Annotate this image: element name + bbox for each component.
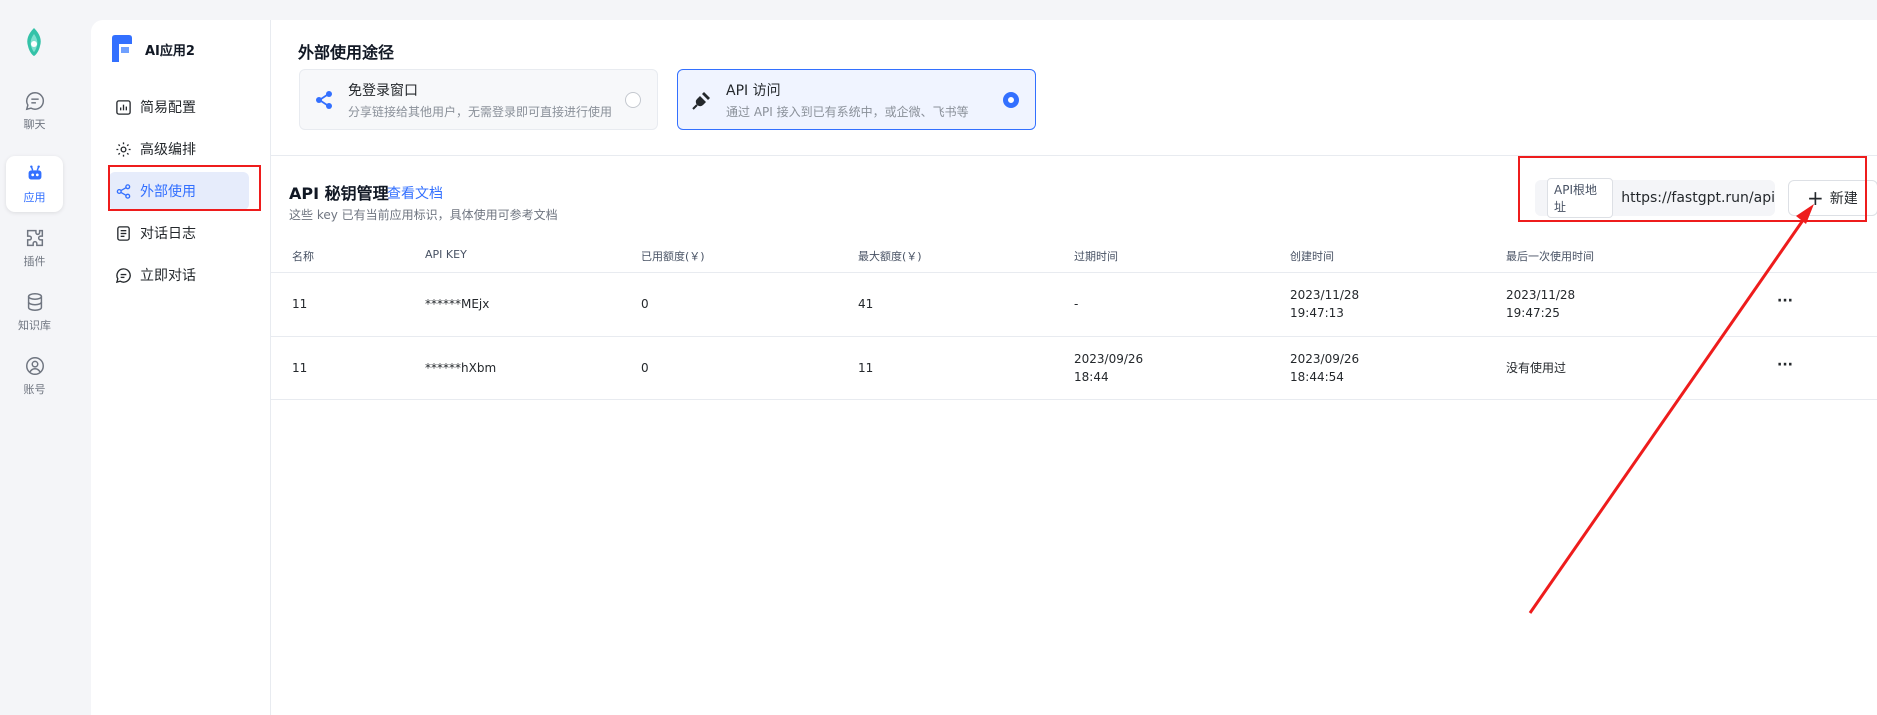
radio-share-link[interactable] [625, 91, 641, 108]
chat-icon [25, 92, 44, 111]
robot-icon [28, 165, 41, 180]
api-base-url-label: API根地址 [1547, 178, 1614, 218]
cell-expire-time: 18:44 [1074, 370, 1109, 384]
rail-label-apps: 应用 [23, 191, 46, 204]
cell-expire-date: 2023/09/26 [1074, 352, 1144, 366]
usage-card-title: 免登录窗口 [348, 82, 418, 99]
col-expire-time: 过期时间 [1074, 250, 1118, 263]
main-panel: 外部使用途径 免登录窗口 分享链接给其他用户，无需登录即可直接进行使用 API … [271, 20, 1877, 715]
cell-created-time: 18:44:54 [1290, 370, 1344, 384]
share-icon [316, 90, 332, 109]
user-icon [25, 357, 44, 375]
view-docs-link[interactable]: 查看文档 [387, 183, 443, 203]
cell-created-date: 2023/09/26 [1290, 352, 1360, 366]
usage-card-title: API 访问 [726, 82, 781, 99]
menu-label: 对话日志 [140, 226, 196, 242]
table-header: 名称 API KEY 已用额度(￥) 最大额度(￥) 过期时间 创建时间 最后一… [271, 248, 1877, 270]
cell-created-time: 19:47:13 [1290, 306, 1344, 320]
database-icon [27, 293, 42, 311]
menu-label: 简易配置 [140, 100, 196, 116]
menu-item-external-use[interactable]: 外部使用 [109, 172, 249, 210]
row-more-menu[interactable]: ··· [1777, 357, 1793, 373]
api-keys-subtitle: 这些 key 已有当前应用标识，具体使用可参考文档 [289, 208, 558, 222]
menu-item-chat-logs[interactable]: 对话日志 [109, 214, 249, 252]
nav-rail: 聊天 应用 插件 知识库 账号 [0, 0, 69, 715]
plus-icon: + [1807, 186, 1824, 210]
rail-item-plugins[interactable]: 插件 [6, 220, 63, 276]
usage-card-share-link[interactable]: 免登录窗口 分享链接给其他用户，无需登录即可直接进行使用 [299, 69, 658, 130]
menu-label: 立即对话 [140, 268, 196, 284]
chat-icon [115, 267, 131, 283]
cell-last-date: 2023/11/28 [1506, 288, 1576, 302]
cell-expire: - [1074, 297, 1079, 311]
cell-name: 11 [292, 361, 308, 375]
new-button-label: 新建 [1829, 191, 1858, 207]
col-created-time: 创建时间 [1290, 250, 1334, 263]
app-sidebar: AI应用2 简易配置 高级编排 外部使用 对话日志 立即对话 [91, 20, 271, 715]
rail-label-knowledge: 知识库 [18, 319, 51, 332]
cell-name: 11 [292, 297, 308, 311]
col-used-quota: 已用额度(￥) [641, 250, 705, 263]
chart-icon [116, 99, 131, 115]
brand-logo-icon[interactable] [18, 26, 50, 58]
usage-card-api-access[interactable]: API 访问 通过 API 接入到已有系统中，或企微、飞书等 [677, 69, 1036, 130]
cell-used: 0 [641, 361, 649, 375]
cell-last-used: 没有使用过 [1506, 361, 1567, 375]
rail-label-account: 账号 [23, 383, 46, 396]
new-api-key-button[interactable]: + 新建 [1788, 180, 1877, 216]
col-name: 名称 [292, 250, 314, 263]
app-name: AI应用2 [145, 43, 195, 59]
menu-item-simple-config[interactable]: 简易配置 [109, 88, 249, 126]
col-api-key: API KEY [425, 248, 467, 261]
api-base-url-box[interactable]: API根地址 https://fastgpt.run/api [1535, 178, 1775, 218]
rail-label-chat: 聊天 [23, 118, 46, 131]
cell-api-key: ******hXbm [425, 361, 497, 375]
radio-api-access[interactable] [1003, 91, 1019, 108]
api-keys-title: API 秘钥管理 [289, 184, 389, 203]
usage-card-desc: 分享链接给其他用户，无需登录即可直接进行使用 [348, 104, 613, 119]
cell-last-time: 19:47:25 [1506, 306, 1560, 320]
app-header[interactable]: AI应用2 [109, 34, 195, 64]
rail-item-apps[interactable]: 应用 [6, 156, 63, 212]
cell-max: 11 [858, 361, 874, 375]
cell-max: 41 [858, 297, 874, 311]
rail-label-plugins: 插件 [23, 255, 46, 268]
cell-created-date: 2023/11/28 [1290, 288, 1360, 302]
rail-item-knowledge[interactable]: 知识库 [6, 284, 63, 340]
app-logo-icon [112, 35, 132, 62]
rail-item-account[interactable]: 账号 [6, 348, 63, 404]
col-max-quota: 最大额度(￥) [858, 250, 922, 263]
menu-item-chat-now[interactable]: 立即对话 [109, 256, 249, 294]
cell-used: 0 [641, 297, 649, 311]
cell-api-key: ******MEjx [425, 297, 490, 311]
menu-label: 外部使用 [140, 184, 196, 200]
row-more-menu[interactable]: ··· [1777, 293, 1793, 309]
col-last-used: 最后一次使用时间 [1506, 250, 1594, 263]
rail-item-chat[interactable]: 聊天 [6, 83, 63, 139]
gear-icon [116, 141, 131, 157]
log-icon [117, 225, 130, 241]
menu-label: 高级编排 [140, 142, 196, 158]
table-bottom-border [271, 399, 1877, 400]
share-icon [116, 183, 131, 199]
plug-icon [692, 91, 710, 110]
table-row: 11 ******hXbm 0 11 2023/09/26 18:44 2023… [271, 336, 1877, 400]
api-base-url-value: https://fastgpt.run/api [1621, 190, 1775, 206]
usage-section-title: 外部使用途径 [298, 43, 395, 62]
usage-card-desc: 通过 API 接入到已有系统中，或企微、飞书等 [726, 104, 969, 119]
puzzle-icon [26, 229, 43, 247]
menu-item-advanced[interactable]: 高级编排 [109, 130, 249, 168]
section-divider [271, 155, 1877, 156]
table-row: 11 ******MEjx 0 41 - 2023/11/28 19:47:13… [271, 272, 1877, 336]
